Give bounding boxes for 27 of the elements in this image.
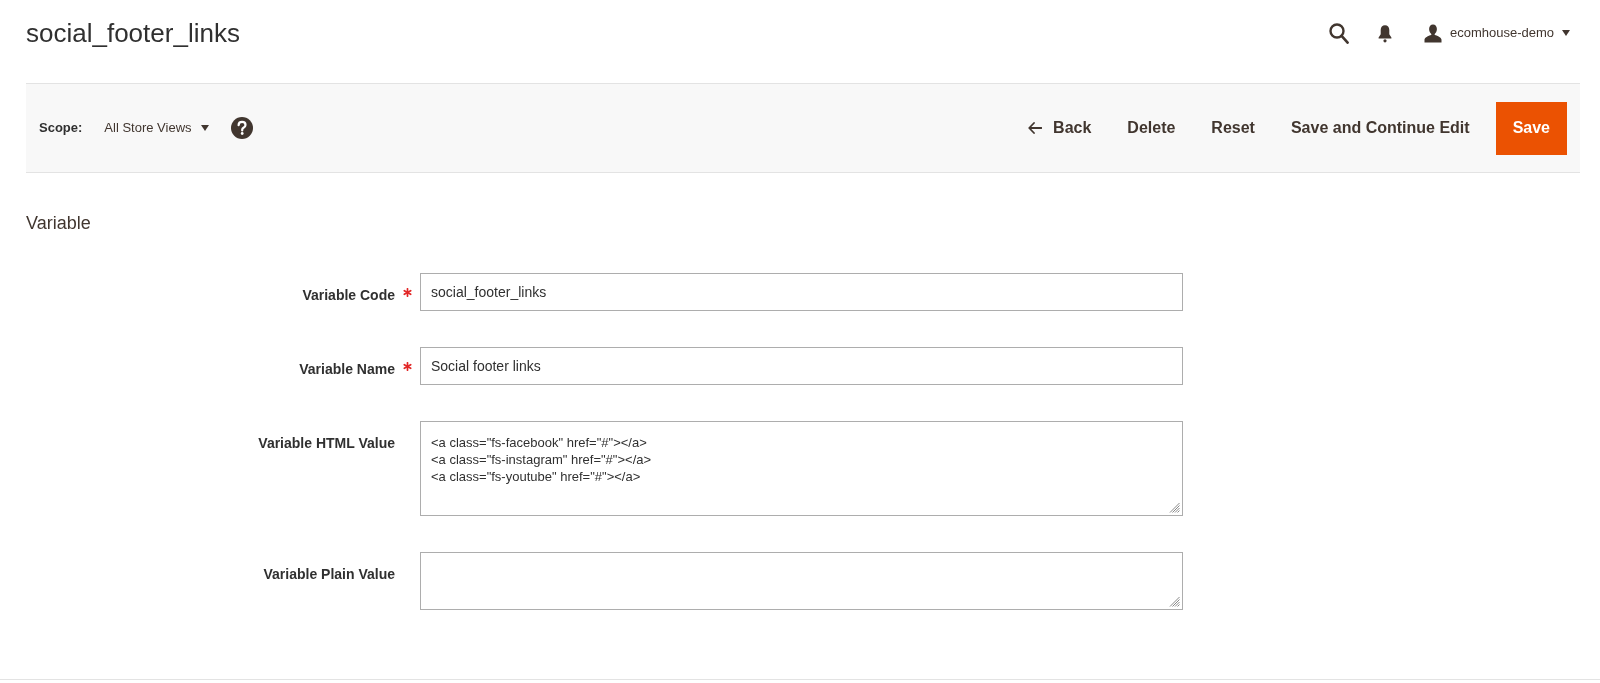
text-input-field[interactable]: Social footer links: [420, 347, 1183, 385]
toolbar-button[interactable]: Delete: [1109, 108, 1194, 148]
user-icon[interactable]: [1423, 23, 1442, 43]
toolbar-button[interactable]: Reset: [1193, 108, 1273, 148]
search-icon[interactable]: [1328, 22, 1349, 44]
page-title: social_footer_links: [26, 20, 240, 46]
textarea-field[interactable]: <a class="fs-facebook" href="#"></a> <a class="fs-instagram" href="#"></a> <a class="fs-youtube" href="#"></a>: [420, 421, 1183, 516]
help-icon[interactable]: [230, 117, 253, 139]
textarea-field[interactable]: [420, 552, 1183, 610]
field-label: Variable Code: [302, 287, 395, 303]
scope-dropdown[interactable]: All Store Views: [104, 118, 209, 138]
caret-icon: [200, 125, 209, 131]
field-label: Variable HTML Value: [258, 435, 395, 451]
notifications-bell-icon[interactable]: [1377, 23, 1392, 43]
user-menu[interactable]: ecomhouse-demo: [1423, 23, 1570, 43]
resize-grip-icon[interactable]: [1169, 596, 1180, 607]
section-title: Variable: [26, 212, 91, 234]
resize-grip-icon[interactable]: [1169, 502, 1180, 513]
field-label: Variable Name: [299, 361, 395, 377]
scope-label: Scope:: [39, 119, 83, 138]
caret-icon: [1562, 30, 1570, 36]
back-arrow-icon: [1028, 122, 1043, 134]
text-input-field[interactable]: social_footer_links: [420, 273, 1183, 311]
toolbar-button[interactable]: Save and Continue Edit: [1272, 108, 1488, 148]
back-button[interactable]: Back: [1010, 108, 1110, 148]
save-button[interactable]: Save: [1495, 101, 1567, 155]
field-label: Variable Plain Value: [263, 566, 395, 582]
